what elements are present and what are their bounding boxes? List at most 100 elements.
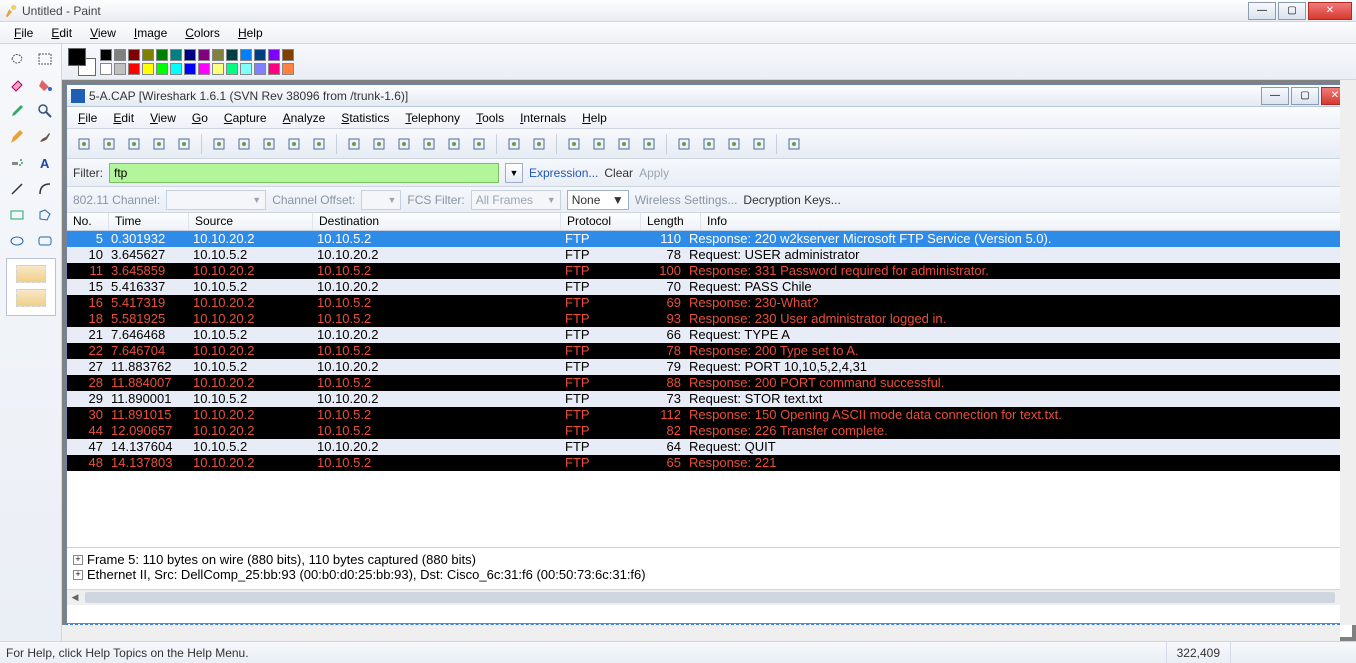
paint-horizontal-scrollbar[interactable] <box>62 625 1340 641</box>
save-file-button[interactable] <box>233 133 255 155</box>
color-swatch[interactable] <box>198 49 210 61</box>
color-swatch[interactable] <box>212 63 224 75</box>
packet-row[interactable]: 4412.09065710.10.20.210.10.5.2FTP82Respo… <box>67 423 1352 439</box>
packet-details-pane[interactable]: +Frame 5: 110 bytes on wire (880 bits), … <box>67 547 1352 589</box>
color-swatch[interactable] <box>170 49 182 61</box>
capture-options-button[interactable] <box>98 133 120 155</box>
color-swatch[interactable] <box>114 63 126 75</box>
col-time[interactable]: Time <box>109 213 189 230</box>
paint-canvas[interactable]: 5-A.CAP [Wireshark 1.6.1 (SVN Rev 38096 … <box>66 84 1352 637</box>
color-swatch[interactable] <box>226 63 238 75</box>
packet-row[interactable]: 50.30193210.10.20.210.10.5.2FTP110Respon… <box>67 231 1352 247</box>
col-no[interactable]: No. <box>67 213 109 230</box>
ws-menu-telephony[interactable]: Telephony <box>398 109 467 127</box>
col-info[interactable]: Info <box>701 213 1352 230</box>
tool-fill[interactable] <box>33 74 57 96</box>
color-swatch[interactable] <box>254 49 266 61</box>
tool-rounded-rect[interactable] <box>33 230 57 252</box>
color-swatch[interactable] <box>156 49 168 61</box>
expression-link[interactable]: Expression... <box>529 166 598 180</box>
packet-row[interactable]: 227.64670410.10.20.210.10.5.2FTP78Respon… <box>67 343 1352 359</box>
ws-menu-capture[interactable]: Capture <box>217 109 274 127</box>
ws-menu-internals[interactable]: Internals <box>513 109 573 127</box>
color-swatch[interactable] <box>142 49 154 61</box>
paint-close-button[interactable]: ✕ <box>1308 2 1352 20</box>
paint-menu-colors[interactable]: Colors <box>177 24 228 42</box>
tool-ellipse[interactable] <box>5 230 29 252</box>
tool-text[interactable]: A <box>33 152 57 174</box>
print-button[interactable] <box>308 133 330 155</box>
clear-link[interactable]: Clear <box>604 166 633 180</box>
tool-line[interactable] <box>5 178 29 200</box>
scroll-thumb[interactable] <box>85 592 1335 603</box>
tool-eyedropper[interactable] <box>5 100 29 122</box>
color-swatch[interactable] <box>282 63 294 75</box>
color-swatch[interactable] <box>100 63 112 75</box>
start-capture-button[interactable] <box>123 133 145 155</box>
paint-vertical-scrollbar[interactable] <box>1340 80 1356 625</box>
color-swatch[interactable] <box>170 63 182 75</box>
list-interfaces-button[interactable] <box>73 133 95 155</box>
tool-pencil[interactable] <box>5 126 29 148</box>
scroll-left-arrow[interactable]: ◀ <box>67 590 83 605</box>
ws-menu-help[interactable]: Help <box>575 109 614 127</box>
go-first-button[interactable] <box>443 133 465 155</box>
capture-filters-button[interactable] <box>673 133 695 155</box>
help-button[interactable] <box>783 133 805 155</box>
tool-polygon[interactable] <box>33 204 57 226</box>
filter-dropdown-button[interactable]: ▼ <box>505 163 523 183</box>
packet-list-body[interactable]: 50.30193210.10.20.210.10.5.2FTP110Respon… <box>67 231 1352 471</box>
tool-preview-opaque[interactable] <box>6 258 56 316</box>
col-destination[interactable]: Destination <box>313 213 561 230</box>
color-swatch[interactable] <box>184 49 196 61</box>
paint-maximize-button[interactable]: ▢ <box>1278 2 1306 20</box>
paint-menu-edit[interactable]: Edit <box>43 24 80 42</box>
color-swatch[interactable] <box>128 49 140 61</box>
color-swatch[interactable] <box>142 63 154 75</box>
resize-columns-button[interactable] <box>638 133 660 155</box>
ws-menu-tools[interactable]: Tools <box>469 109 511 127</box>
color-swatch[interactable] <box>268 63 280 75</box>
open-file-button[interactable] <box>208 133 230 155</box>
tree-toggle-icon[interactable]: + <box>73 555 83 565</box>
packet-row[interactable]: 2911.89000110.10.5.210.10.20.2FTP73Reque… <box>67 391 1352 407</box>
packet-row[interactable]: 3011.89101510.10.20.210.10.5.2FTP112Resp… <box>67 407 1352 423</box>
color-swatch[interactable] <box>240 63 252 75</box>
ws-menu-go[interactable]: Go <box>185 109 215 127</box>
col-protocol[interactable]: Protocol <box>561 213 641 230</box>
ws-menu-view[interactable]: View <box>143 109 183 127</box>
color-swatch[interactable] <box>128 63 140 75</box>
restart-capture-button[interactable] <box>173 133 195 155</box>
color-swatch[interactable] <box>184 63 196 75</box>
paint-menu-help[interactable]: Help <box>230 24 271 42</box>
packet-row[interactable]: 113.64585910.10.20.210.10.5.2FTP100Respo… <box>67 263 1352 279</box>
paint-menu-image[interactable]: Image <box>126 24 175 42</box>
tool-rect-select[interactable] <box>33 48 57 70</box>
auto-scroll-button[interactable] <box>528 133 550 155</box>
tool-rectangle[interactable] <box>5 204 29 226</box>
zoom-out-button[interactable] <box>588 133 610 155</box>
tool-curve[interactable] <box>33 178 57 200</box>
color-current-swatch[interactable] <box>68 48 96 76</box>
ws-maximize-button[interactable]: ▢ <box>1291 87 1319 105</box>
color-swatch[interactable] <box>226 49 238 61</box>
find-packet-button[interactable] <box>343 133 365 155</box>
wlan-none-select[interactable]: None▼ <box>567 190 629 210</box>
packet-row[interactable]: 165.41731910.10.20.210.10.5.2FTP69Respon… <box>67 295 1352 311</box>
color-swatch[interactable] <box>198 63 210 75</box>
zoom-100-button[interactable] <box>613 133 635 155</box>
colorize-button[interactable] <box>503 133 525 155</box>
tool-brush[interactable] <box>33 126 57 148</box>
paint-minimize-button[interactable]: — <box>1248 2 1276 20</box>
zoom-in-button[interactable] <box>563 133 585 155</box>
packet-row[interactable]: 2811.88400710.10.20.210.10.5.2FTP88Respo… <box>67 375 1352 391</box>
color-swatch[interactable] <box>212 49 224 61</box>
packet-row[interactable]: 103.64562710.10.5.210.10.20.2FTP78Reques… <box>67 247 1352 263</box>
tool-free-select[interactable] <box>5 48 29 70</box>
paint-menu-file[interactable]: File <box>6 24 41 42</box>
color-swatch[interactable] <box>268 49 280 61</box>
reload-file-button[interactable] <box>283 133 305 155</box>
col-source[interactable]: Source <box>189 213 313 230</box>
color-swatch[interactable] <box>240 49 252 61</box>
ws-menu-edit[interactable]: Edit <box>106 109 141 127</box>
